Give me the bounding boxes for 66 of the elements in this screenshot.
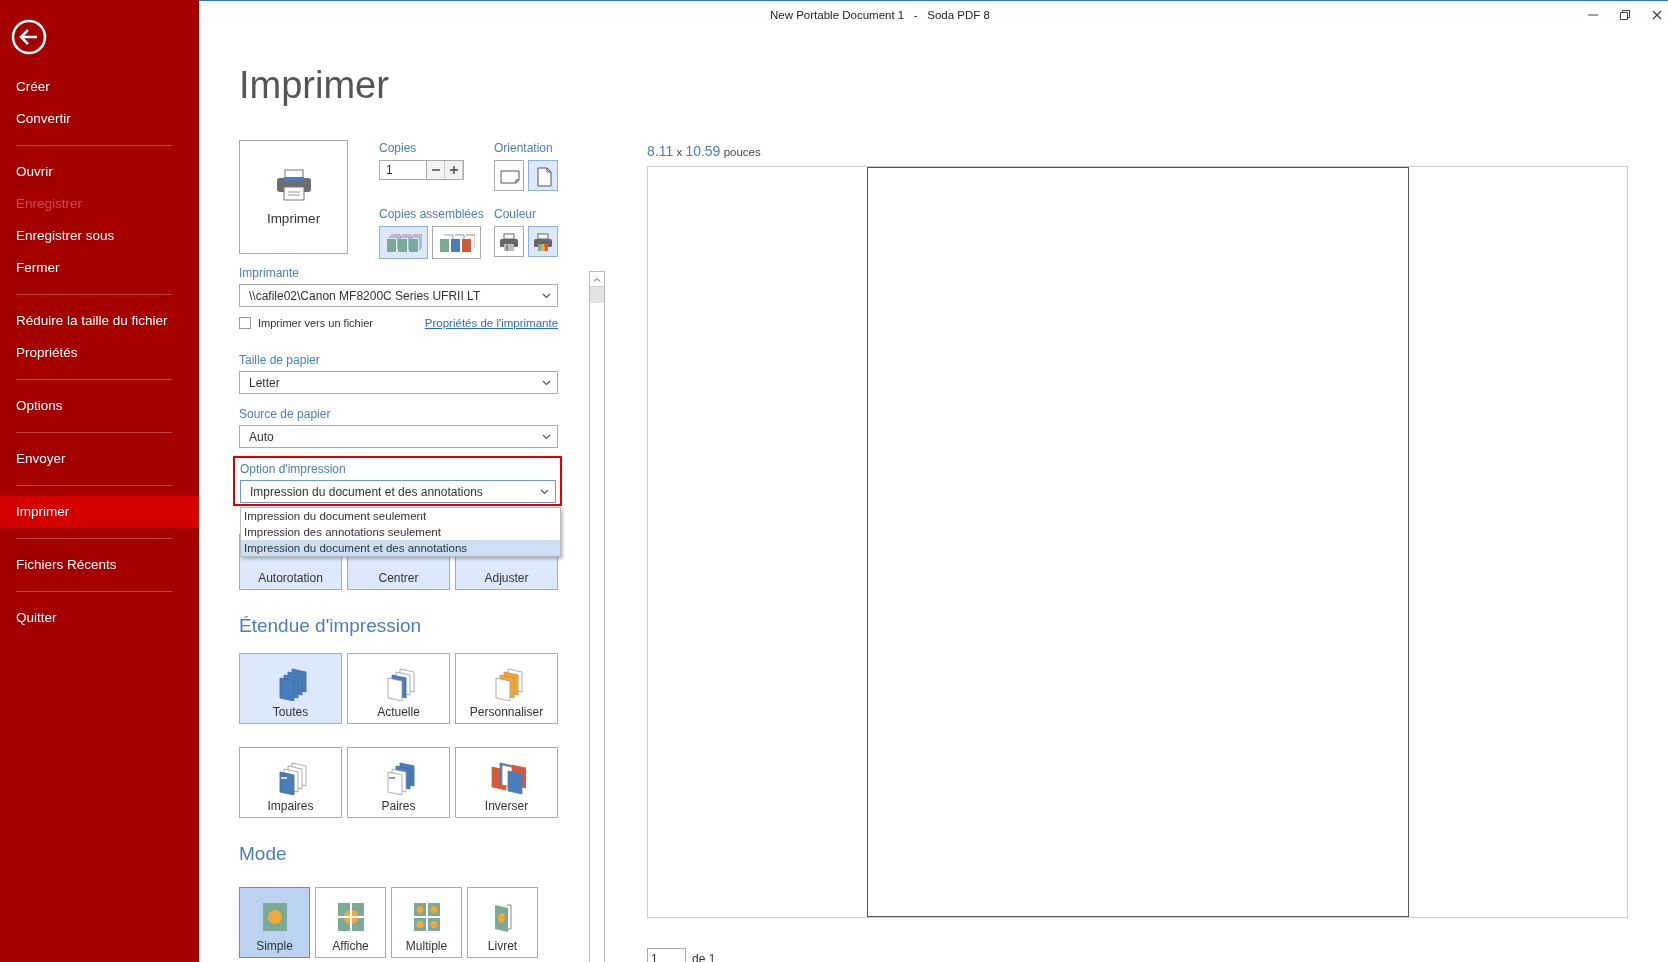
range-button[interactable]: Actuelle (347, 653, 450, 724)
restore-icon[interactable] (1618, 7, 1632, 22)
sidebar-item[interactable]: Réduire la taille du fichier (0, 305, 199, 337)
printer-properties-link[interactable]: Propriétés de l'imprimante (424, 316, 559, 329)
section-heading: Étendue d'impression (239, 614, 423, 638)
sidebar-item[interactable]: Créer (0, 71, 199, 103)
copies-label: Copies (379, 140, 418, 156)
paper-size-select[interactable]: Letter (239, 371, 559, 394)
plus-icon[interactable] (448, 165, 459, 175)
page-title: Imprimer (239, 63, 390, 108)
copies-field[interactable]: 1 (379, 160, 464, 180)
section-heading: Mode (239, 842, 288, 866)
sidebar-item[interactable]: Fichiers Récents (0, 549, 199, 581)
printer-select[interactable]: \\cafile02\Canon MF8200C Series UFRII LT (239, 284, 559, 307)
range-button[interactable]: Personnaliser (455, 653, 558, 724)
color-button[interactable] (528, 226, 558, 257)
print-option-label: Option d'impression (240, 461, 347, 477)
color-printer-icon (532, 230, 554, 253)
caret-icon (593, 276, 601, 282)
collate-button[interactable] (379, 226, 428, 259)
print-option-select[interactable]: Impression du document et des annotations (240, 480, 557, 503)
sidebar-item[interactable]: Options (0, 390, 199, 422)
sidebar-item[interactable]: Propriétés (0, 337, 199, 369)
page-dimensions: 8.11 x 10.59 pouces (647, 142, 762, 161)
collate-label: Copies assemblées (379, 206, 485, 222)
orientation-button[interactable] (528, 160, 558, 191)
printer-icon (275, 168, 312, 201)
sidebar-item[interactable]: Enregistrer sous (0, 220, 199, 252)
paper-source-label: Source de papier (239, 406, 332, 422)
mode-button[interactable]: Affiche (315, 887, 386, 958)
range-button[interactable]: Inverser (455, 747, 558, 818)
chevron-icon (542, 292, 552, 299)
chevron-icon (542, 379, 552, 386)
sidebar-item[interactable]: Ouvrir (0, 156, 199, 188)
sidebar-item[interactable]: Imprimer (0, 496, 199, 528)
print-button[interactable]: Imprimer (239, 140, 348, 254)
mode-button[interactable]: Livret (467, 887, 538, 958)
paper-source-select[interactable]: Auto (239, 425, 559, 448)
chevron-icon (542, 433, 552, 440)
sidebar-item[interactable]: Envoyer (0, 443, 199, 475)
printer-label: Imprimante (239, 265, 301, 281)
range-button[interactable]: Paires (347, 747, 450, 818)
paper-size-label: Taille de papier (239, 352, 321, 368)
uncollated-pages-icon (438, 231, 475, 254)
chevron-icon (540, 488, 550, 495)
collated-pages-icon (385, 231, 422, 254)
range-button[interactable]: Impaires (239, 747, 342, 818)
orientation-button[interactable] (494, 160, 524, 191)
grayscale-printer-icon (498, 230, 520, 253)
scrollbar[interactable] (589, 271, 605, 962)
dropdown-option[interactable]: Impression du document et des annotations (241, 540, 560, 556)
range-button[interactable]: Toutes (239, 653, 342, 724)
dropdown-option[interactable]: Impression du document seulement (241, 508, 560, 524)
mode-button[interactable]: Multiple (391, 887, 462, 958)
mode-button[interactable]: Simple (239, 887, 310, 958)
orientation-label: Orientation (494, 140, 554, 156)
scroll-thumb[interactable] (590, 287, 604, 303)
sidebar-item[interactable]: Fermer (0, 252, 199, 284)
checkbox[interactable] (239, 316, 251, 329)
checkbox-label: Imprimer vers un fichier (258, 316, 373, 329)
sidebar-item[interactable]: Quitter (0, 602, 199, 634)
window-title: New Portable Document 1 - Soda PDF 8 (770, 8, 990, 21)
sidebar-item[interactable]: Convertir (0, 103, 199, 135)
color-button[interactable] (494, 226, 524, 257)
collate-button[interactable] (432, 226, 481, 259)
color-label: Couleur (494, 206, 538, 222)
